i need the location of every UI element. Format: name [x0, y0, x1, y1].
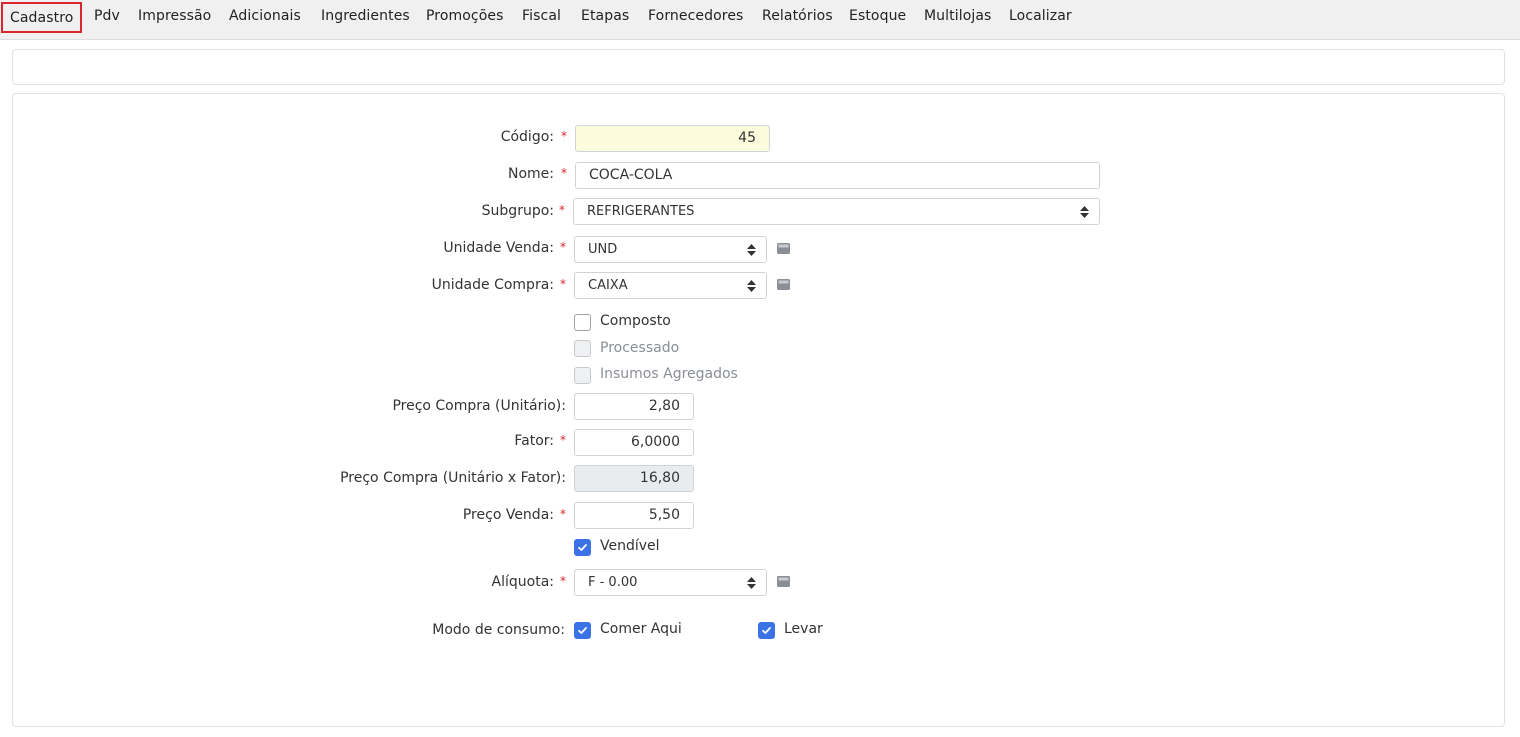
composto-checkbox[interactable] [574, 314, 591, 331]
sort-caret-icon [747, 244, 756, 256]
subgrupo-select[interactable]: REFRIGERANTES [573, 198, 1100, 225]
checkmark-icon [578, 627, 587, 634]
checkmark-icon [762, 627, 771, 634]
sort-caret-icon [747, 280, 756, 292]
unidade-venda-select[interactable]: UND [574, 236, 767, 263]
required-mark: * [559, 203, 565, 217]
tab-relatorios[interactable]: Relatórios [762, 2, 833, 33]
processado-checkbox[interactable] [574, 340, 591, 357]
tab-ingredientes[interactable]: Ingredientes [321, 2, 410, 33]
nome-input[interactable]: COCA-COLA [575, 162, 1100, 189]
comer-aqui-label: Comer Aqui [600, 621, 682, 637]
tab-adicionais[interactable]: Adicionais [229, 2, 301, 33]
unidade-compra-value: CAIXA [588, 278, 628, 293]
preco-venda-input[interactable]: 5,50 [574, 502, 694, 529]
comer-aqui-checkbox[interactable] [574, 622, 591, 639]
required-mark: * [560, 574, 566, 588]
unidade-compra-label: Unidade Compra: [431, 277, 554, 293]
tab-localizar[interactable]: Localizar [1009, 2, 1072, 33]
preco-compra-unitario-label: Preço Compra (Unitário): [392, 398, 566, 414]
required-mark: * [560, 433, 566, 447]
preco-venda-label: Preço Venda: [462, 507, 554, 523]
fator-label: Fator: [514, 433, 554, 449]
fator-input[interactable]: 6,0000 [574, 429, 694, 456]
tab-fiscal[interactable]: Fiscal [522, 2, 561, 33]
insumos-agregados-checkbox[interactable] [574, 367, 591, 384]
edit-list-icon[interactable] [777, 243, 790, 254]
composto-label: Composto [600, 313, 671, 329]
tab-etapas[interactable]: Etapas [581, 2, 629, 33]
vendivel-checkbox[interactable] [574, 539, 591, 556]
levar-label: Levar [784, 621, 823, 637]
processado-label: Processado [600, 340, 680, 356]
tab-impressao[interactable]: Impressão [138, 2, 211, 33]
unidade-venda-value: UND [588, 242, 618, 257]
codigo-field[interactable]: 45 [575, 125, 770, 152]
required-mark: * [561, 166, 567, 180]
unidade-compra-select[interactable]: CAIXA [574, 272, 767, 299]
subgrupo-label: Subgrupo: [481, 203, 554, 219]
sort-caret-icon [1080, 206, 1089, 218]
tab-multilojas[interactable]: Multilojas [924, 2, 991, 33]
aliquota-select[interactable]: F - 0.00 [574, 569, 767, 596]
aliquota-value: F - 0.00 [588, 575, 638, 590]
sort-caret-icon [747, 577, 756, 589]
tab-estoque[interactable]: Estoque [849, 2, 906, 33]
required-mark: * [560, 507, 566, 521]
top-panel [12, 49, 1505, 85]
tab-bar: Cadastro Pdv Impressão Adicionais Ingred… [0, 0, 1520, 40]
tab-promocoes[interactable]: Promoções [426, 2, 503, 33]
edit-list-icon[interactable] [777, 279, 790, 290]
preco-compra-fator-label: Preço Compra (Unitário x Fator): [340, 470, 566, 486]
unidade-venda-label: Unidade Venda: [443, 240, 554, 256]
aliquota-label: Alíquota: [491, 574, 554, 590]
insumos-agregados-label: Insumos Agregados [600, 366, 738, 382]
tab-fornecedores[interactable]: Fornecedores [648, 2, 743, 33]
required-mark: * [560, 240, 566, 254]
required-mark: * [560, 277, 566, 291]
nome-label: Nome: [507, 166, 554, 182]
levar-checkbox[interactable] [758, 622, 775, 639]
checkmark-icon [578, 544, 587, 551]
tab-pdv[interactable]: Pdv [94, 2, 120, 33]
tab-cadastro[interactable]: Cadastro [1, 2, 83, 33]
preco-compra-unitario-input[interactable]: 2,80 [574, 393, 694, 420]
preco-compra-fator-field: 16,80 [574, 465, 694, 492]
required-mark: * [561, 129, 567, 143]
modo-consumo-label: Modo de consumo: [432, 622, 565, 638]
vendivel-label: Vendível [600, 538, 660, 554]
edit-list-icon[interactable] [777, 576, 790, 587]
codigo-label: Código: [500, 129, 554, 145]
subgrupo-value: REFRIGERANTES [587, 204, 695, 219]
